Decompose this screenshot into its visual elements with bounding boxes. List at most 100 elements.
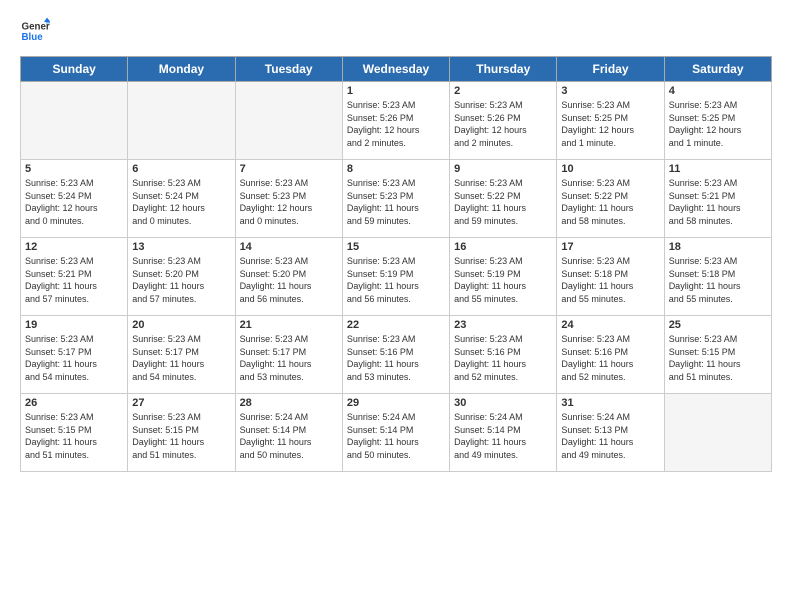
day-info: Sunrise: 5:23 AM Sunset: 5:17 PM Dayligh… [25,333,123,383]
day-number: 14 [240,241,338,253]
day-number: 27 [132,397,230,409]
weekday-sunday: Sunday [21,57,128,82]
weekday-saturday: Saturday [664,57,771,82]
day-info: Sunrise: 5:23 AM Sunset: 5:18 PM Dayligh… [561,255,659,305]
calendar-cell: 14 Sunrise: 5:23 AM Sunset: 5:20 PM Dayli… [235,238,342,316]
week-row-4: 26Sunrise: 5:23 AM Sunset: 5:15 PM Dayli… [21,394,772,472]
day-number: 31 [561,397,659,409]
week-row-2: 12 Sunrise: 5:23 AM Sunset: 5:21 PM Dayli… [21,238,772,316]
day-number: 4 [669,85,767,97]
weekday-monday: Monday [128,57,235,82]
calendar-cell: 2Sunrise: 5:23 AM Sunset: 5:26 PM Daylig… [450,82,557,160]
calendar-cell: 21 Sunrise: 5:23 AM Sunset: 5:17 PM Dayli… [235,316,342,394]
day-info: Sunrise: 5:23 AM Sunset: 5:22 PM Dayligh… [561,177,659,227]
day-info: Sunrise: 5:24 AM Sunset: 5:14 PM Dayligh… [240,411,338,461]
calendar-cell: 23 Sunrise: 5:23 AM Sunset: 5:16 PM Dayli… [450,316,557,394]
logo-icon: General Blue [20,16,50,46]
day-info: Sunrise: 5:23 AM Sunset: 5:15 PM Dayligh… [25,411,123,461]
day-number: 6 [132,163,230,175]
day-number: 11 [669,163,767,175]
day-info: Sunrise: 5:23 AM Sunset: 5:26 PM Dayligh… [454,99,552,149]
calendar-cell: 31Sunrise: 5:24 AM Sunset: 5:13 PM Dayli… [557,394,664,472]
day-info: Sunrise: 5:23 AM Sunset: 5:16 PM Dayligh… [561,333,659,383]
day-number: 12 [25,241,123,253]
day-number: 30 [454,397,552,409]
weekday-tuesday: Tuesday [235,57,342,82]
day-number: 7 [240,163,338,175]
day-number: 9 [454,163,552,175]
calendar-cell: 18 Sunrise: 5:23 AM Sunset: 5:18 PM Dayli… [664,238,771,316]
day-number: 19 [25,319,123,331]
day-info: Sunrise: 5:23 AM Sunset: 5:23 PM Dayligh… [347,177,445,227]
calendar-cell: 17Sunrise: 5:23 AM Sunset: 5:18 PM Dayli… [557,238,664,316]
calendar-cell: 22 Sunrise: 5:23 AM Sunset: 5:16 PM Dayli… [342,316,449,394]
week-row-0: 1Sunrise: 5:23 AM Sunset: 5:26 PM Daylig… [21,82,772,160]
calendar-cell: 6 Sunrise: 5:23 AM Sunset: 5:24 PM Daylig… [128,160,235,238]
weekday-thursday: Thursday [450,57,557,82]
day-number: 13 [132,241,230,253]
day-info: Sunrise: 5:23 AM Sunset: 5:15 PM Dayligh… [132,411,230,461]
calendar-cell: 4 Sunrise: 5:23 AM Sunset: 5:25 PM Daylig… [664,82,771,160]
day-number: 21 [240,319,338,331]
day-info: Sunrise: 5:23 AM Sunset: 5:19 PM Dayligh… [347,255,445,305]
calendar-cell: 13 Sunrise: 5:23 AM Sunset: 5:20 PM Dayli… [128,238,235,316]
weekday-header-row: SundayMondayTuesdayWednesdayThursdayFrid… [21,57,772,82]
calendar-cell: 26Sunrise: 5:23 AM Sunset: 5:15 PM Dayli… [21,394,128,472]
calendar-cell: 12 Sunrise: 5:23 AM Sunset: 5:21 PM Dayli… [21,238,128,316]
day-info: Sunrise: 5:24 AM Sunset: 5:14 PM Dayligh… [347,411,445,461]
calendar-cell: 16 Sunrise: 5:23 AM Sunset: 5:19 PM Dayli… [450,238,557,316]
calendar-cell [235,82,342,160]
week-row-3: 19 Sunrise: 5:23 AM Sunset: 5:17 PM Dayli… [21,316,772,394]
day-number: 3 [561,85,659,97]
day-info: Sunrise: 5:23 AM Sunset: 5:24 PM Dayligh… [25,177,123,227]
logo: General Blue [20,16,50,46]
calendar-cell: 28Sunrise: 5:24 AM Sunset: 5:14 PM Dayli… [235,394,342,472]
day-info: Sunrise: 5:23 AM Sunset: 5:16 PM Dayligh… [454,333,552,383]
calendar-cell [21,82,128,160]
day-info: Sunrise: 5:23 AM Sunset: 5:20 PM Dayligh… [240,255,338,305]
calendar-cell: 5Sunrise: 5:23 AM Sunset: 5:24 PM Daylig… [21,160,128,238]
calendar-cell: 24 Sunrise: 5:23 AM Sunset: 5:16 PM Dayli… [557,316,664,394]
weekday-wednesday: Wednesday [342,57,449,82]
day-info: Sunrise: 5:23 AM Sunset: 5:24 PM Dayligh… [132,177,230,227]
day-info: Sunrise: 5:23 AM Sunset: 5:17 PM Dayligh… [132,333,230,383]
calendar: SundayMondayTuesdayWednesdayThursdayFrid… [20,56,772,472]
day-number: 25 [669,319,767,331]
day-number: 24 [561,319,659,331]
day-number: 20 [132,319,230,331]
day-number: 8 [347,163,445,175]
day-info: Sunrise: 5:23 AM Sunset: 5:20 PM Dayligh… [132,255,230,305]
week-row-1: 5Sunrise: 5:23 AM Sunset: 5:24 PM Daylig… [21,160,772,238]
day-info: Sunrise: 5:23 AM Sunset: 5:21 PM Dayligh… [25,255,123,305]
day-info: Sunrise: 5:23 AM Sunset: 5:25 PM Dayligh… [561,99,659,149]
day-info: Sunrise: 5:23 AM Sunset: 5:16 PM Dayligh… [347,333,445,383]
calendar-cell: 3 Sunrise: 5:23 AM Sunset: 5:25 PM Daylig… [557,82,664,160]
calendar-cell: 7Sunrise: 5:23 AM Sunset: 5:23 PM Daylig… [235,160,342,238]
day-info: Sunrise: 5:23 AM Sunset: 5:19 PM Dayligh… [454,255,552,305]
svg-text:Blue: Blue [22,32,44,43]
day-number: 15 [347,241,445,253]
day-number: 16 [454,241,552,253]
day-number: 10 [561,163,659,175]
day-number: 29 [347,397,445,409]
calendar-cell: 29 Sunrise: 5:24 AM Sunset: 5:14 PM Dayli… [342,394,449,472]
day-number: 18 [669,241,767,253]
svg-text:General: General [22,22,51,33]
weekday-friday: Friday [557,57,664,82]
day-info: Sunrise: 5:23 AM Sunset: 5:25 PM Dayligh… [669,99,767,149]
day-info: Sunrise: 5:23 AM Sunset: 5:17 PM Dayligh… [240,333,338,383]
day-number: 23 [454,319,552,331]
day-info: Sunrise: 5:23 AM Sunset: 5:26 PM Dayligh… [347,99,445,149]
calendar-cell: 20 Sunrise: 5:23 AM Sunset: 5:17 PM Dayli… [128,316,235,394]
calendar-cell: 10 Sunrise: 5:23 AM Sunset: 5:22 PM Dayli… [557,160,664,238]
calendar-cell: 19 Sunrise: 5:23 AM Sunset: 5:17 PM Dayli… [21,316,128,394]
calendar-cell: 8 Sunrise: 5:23 AM Sunset: 5:23 PM Daylig… [342,160,449,238]
calendar-cell: 11Sunrise: 5:23 AM Sunset: 5:21 PM Dayli… [664,160,771,238]
day-info: Sunrise: 5:23 AM Sunset: 5:18 PM Dayligh… [669,255,767,305]
page: General Blue SundayMondayTuesdayWednesda… [0,0,792,612]
day-info: Sunrise: 5:24 AM Sunset: 5:14 PM Dayligh… [454,411,552,461]
header: General Blue [20,16,772,46]
calendar-cell: 1Sunrise: 5:23 AM Sunset: 5:26 PM Daylig… [342,82,449,160]
day-number: 22 [347,319,445,331]
calendar-cell [664,394,771,472]
